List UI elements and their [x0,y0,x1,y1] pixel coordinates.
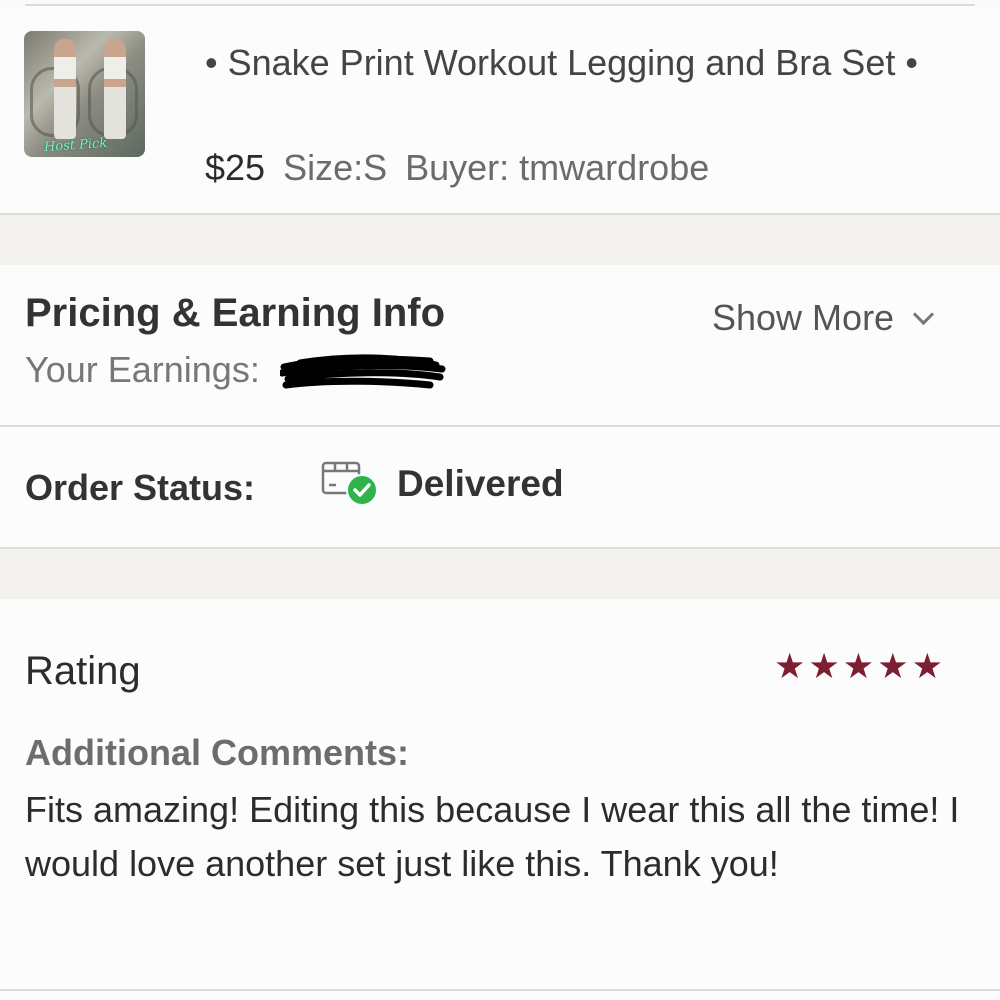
section-spacer [0,215,1000,265]
redacted-earnings-scribble [280,354,446,389]
rating-title: Rating [25,649,141,693]
show-more-button[interactable]: Show More [712,297,935,339]
product-buyer[interactable]: Buyer: tmwardrobe [405,147,709,188]
your-earnings-label: Your Earnings: [25,349,260,390]
order-status-section: Order Status: Delivered [0,427,1000,547]
delivered-box-icon [321,461,378,506]
star-icon: ★ [911,647,943,687]
order-status-label: Order Status: [25,467,256,508]
thumbnail-model [54,39,76,139]
order-status-value: Delivered [397,463,564,504]
star-icon: ★ [877,647,909,687]
buyer-comment: Fits amazing! Editing this because I wea… [25,789,960,884]
section-spacer [0,549,1000,599]
pricing-section: Pricing & Earning Info Show More Your Ea… [0,265,1000,425]
host-pick-label: Host Pick [43,135,108,156]
product-meta: $25 Size:S Buyer: tmwardrobe [205,144,727,192]
additional-comments-label: Additional Comments: [25,732,409,773]
product-card[interactable]: Host Pick • Snake Print Workout Legging … [0,6,1000,214]
product-title[interactable]: • Snake Print Workout Legging and Bra Se… [205,36,945,90]
star-icon: ★ [808,647,840,687]
product-thumbnail[interactable]: Host Pick [24,31,145,157]
star-icon: ★ [842,647,875,687]
product-price: $25 [205,147,266,188]
show-more-label: Show More [712,297,895,338]
star-icon: ★ [774,647,806,687]
product-size: Size:S [283,147,388,188]
star-rating: ★ ★ ★ ★ ★ [774,647,943,687]
thumbnail-model [104,39,126,139]
rating-section: Rating ★ ★ ★ ★ ★ Additional Comments: Fi… [0,599,1000,1000]
pricing-title: Pricing & Earning Info [25,291,446,335]
divider [0,989,1000,991]
chevron-down-icon [912,303,935,326]
